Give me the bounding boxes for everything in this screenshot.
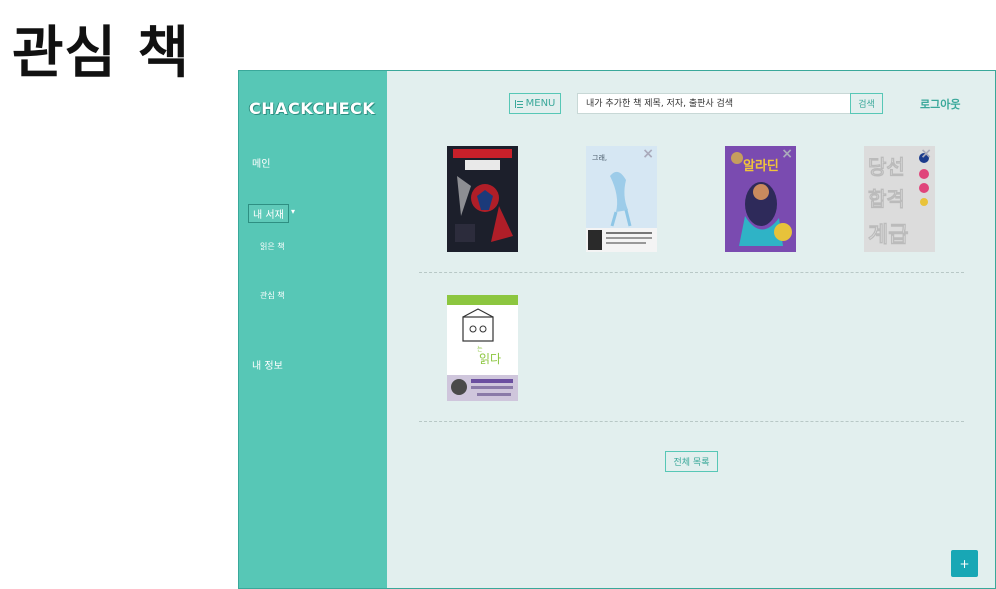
search-input[interactable] [577,93,851,114]
sidebar-item-wish-books[interactable]: 관심 책 [260,290,285,301]
book-cover[interactable] [447,146,518,252]
close-icon[interactable]: × [920,147,932,161]
sidebar-item-my-info[interactable]: 내 정보 [252,357,283,372]
close-icon[interactable]: × [781,147,793,161]
svg-text:그래,: 그래, [592,153,607,162]
search-button[interactable]: 검색 [850,93,883,114]
sidebar-item-my-shelf[interactable]: 내 서재 [248,204,289,223]
row-divider [419,272,964,273]
app-window: CHACKCHECK 메인 내 서재 ▾ 읽은 책 관심 책 내 정보 MENU… [238,70,996,589]
sidebar: CHACKCHECK 메인 내 서재 ▾ 읽은 책 관심 책 내 정보 [239,71,387,588]
book-cover[interactable]: 알라딘 × [725,146,796,252]
close-icon[interactable]: × [642,147,654,161]
book-cover-art: 는 읽다 [447,295,518,401]
sidebar-item-read-books[interactable]: 읽은 책 [260,241,285,252]
row-divider [419,421,964,422]
svg-text:합격: 합격 [868,187,905,211]
page-title: 관심 책 [12,21,191,86]
main-content: MENU 검색 로그아웃 그래, [387,71,995,588]
app-logo[interactable]: CHACKCHECK [249,99,375,118]
book-cover[interactable]: 그래, × [586,146,657,252]
svg-text:계급: 계급 [868,223,908,248]
view-all-button[interactable]: 전체 목록 [665,451,718,472]
book-cover-art [447,146,518,252]
book-cover[interactable]: 당선 합격 계급 × [864,146,935,252]
add-button[interactable]: + [951,550,978,577]
menu-icon [514,99,523,108]
menu-button[interactable]: MENU [509,93,561,114]
book-cover[interactable]: 는 읽다 [447,295,518,401]
chevron-down-icon[interactable]: ▾ [291,207,295,216]
svg-text:당선: 당선 [868,155,905,179]
menu-label: MENU [525,98,556,109]
sidebar-item-main[interactable]: 메인 [252,155,270,170]
svg-text:읽다: 읽다 [479,352,501,366]
logout-link[interactable]: 로그아웃 [920,96,960,112]
svg-text:알라딘: 알라딘 [743,158,779,174]
